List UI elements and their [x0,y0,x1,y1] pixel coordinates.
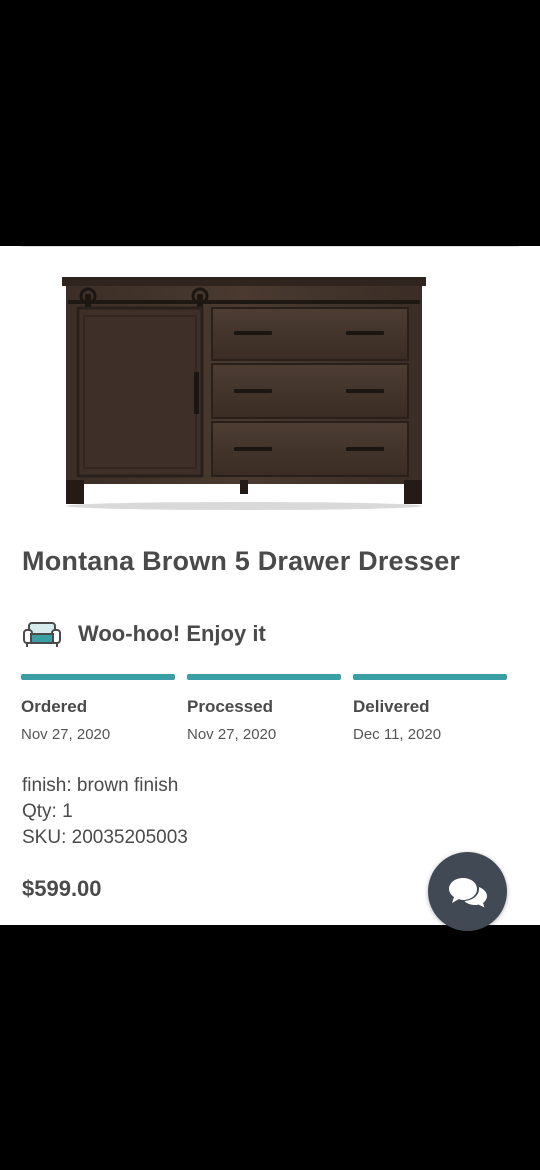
sku-detail: SKU: 20035205003 [22,827,188,848]
step-date: Nov 27, 2020 [21,726,111,743]
step-label: Processed [187,697,273,716]
progress-bar-ordered [21,674,175,680]
status-message: Woo-hoo! Enjoy it [78,621,266,646]
product-title[interactable]: Montana Brown 5 Drawer Dresser [22,546,460,577]
step-label: Delivered [353,697,430,716]
bottom-black-area [0,925,540,1170]
item-price: $599.00 [22,876,102,901]
step-date: Nov 27, 2020 [187,726,277,743]
qty-detail: Qty: 1 [22,801,73,822]
divider [21,246,519,247]
chat-bubbles-icon [448,877,487,907]
item-details: finish: brown finish Qty: 1 SKU: 2003520… [22,773,188,851]
finish-detail: finish: brown finish [22,775,179,796]
step-ordered: Ordered Nov 27, 2020 [21,674,175,743]
chat-button[interactable] [428,852,507,931]
top-black-area [0,0,540,246]
step-label: Ordered [21,697,88,716]
sofa-icon [23,622,61,647]
progress-bar-delivered [353,674,507,680]
order-item-card: Montana Brown 5 Drawer Dresser Woo-hoo! … [0,246,540,925]
progress-bar-processed [187,674,341,680]
step-processed: Processed Nov 27, 2020 [187,674,341,743]
step-date: Dec 11, 2020 [353,726,442,743]
product-image[interactable] [58,272,430,512]
delivery-status: Woo-hoo! Enjoy it [22,619,266,649]
step-delivered: Delivered Dec 11, 2020 [353,674,507,743]
